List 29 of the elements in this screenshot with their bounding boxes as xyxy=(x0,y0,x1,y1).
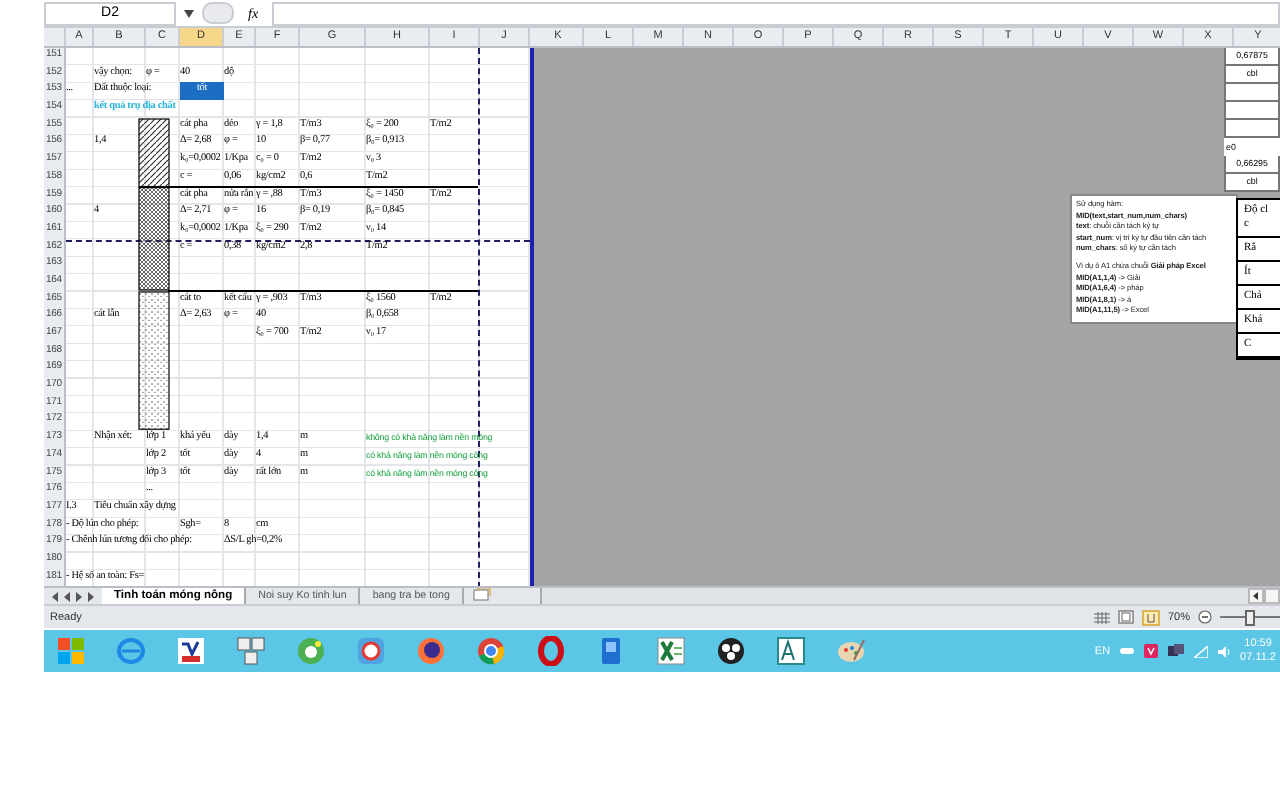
page-break-view-icon[interactable] xyxy=(1141,609,1160,625)
ball-icon[interactable] xyxy=(476,636,506,666)
ring-letter-icon[interactable] xyxy=(536,636,566,666)
chart-app-icon[interactable] xyxy=(776,636,806,666)
scroll-left-icon[interactable] xyxy=(1248,588,1264,604)
normal-view-icon[interactable] xyxy=(1093,611,1110,623)
caret-icon[interactable] xyxy=(184,9,194,17)
page-layout-icon[interactable] xyxy=(1117,610,1134,624)
scroll-thumb-icon[interactable] xyxy=(1264,588,1280,604)
circle-app-icon[interactable] xyxy=(296,636,326,666)
insert-sheet-icon[interactable] xyxy=(471,588,492,602)
document-icon[interactable] xyxy=(596,636,626,666)
slider-thumb[interactable] xyxy=(1245,610,1255,626)
palette-icon[interactable] xyxy=(836,636,866,666)
globe-icon[interactable] xyxy=(416,636,446,666)
zoom-out-icon[interactable] xyxy=(1198,610,1212,624)
ring-app-icon[interactable] xyxy=(356,636,386,666)
network-icon[interactable] xyxy=(1168,644,1185,658)
horizontal-scrollbar[interactable] xyxy=(539,588,1280,604)
toggle-icon[interactable] xyxy=(1120,646,1135,656)
empty-cell xyxy=(1224,102,1280,120)
badge-app-icon[interactable] xyxy=(176,636,206,666)
letter-tiles-icon[interactable] xyxy=(236,636,266,666)
empty-cell xyxy=(1224,84,1280,102)
spreadsheet-icon[interactable] xyxy=(656,636,686,666)
empty-cell xyxy=(1224,120,1280,138)
formula-input-field[interactable] xyxy=(272,1,1280,25)
camera-aperture-icon[interactable] xyxy=(716,636,746,666)
tray-app-icon[interactable] xyxy=(1144,644,1159,658)
